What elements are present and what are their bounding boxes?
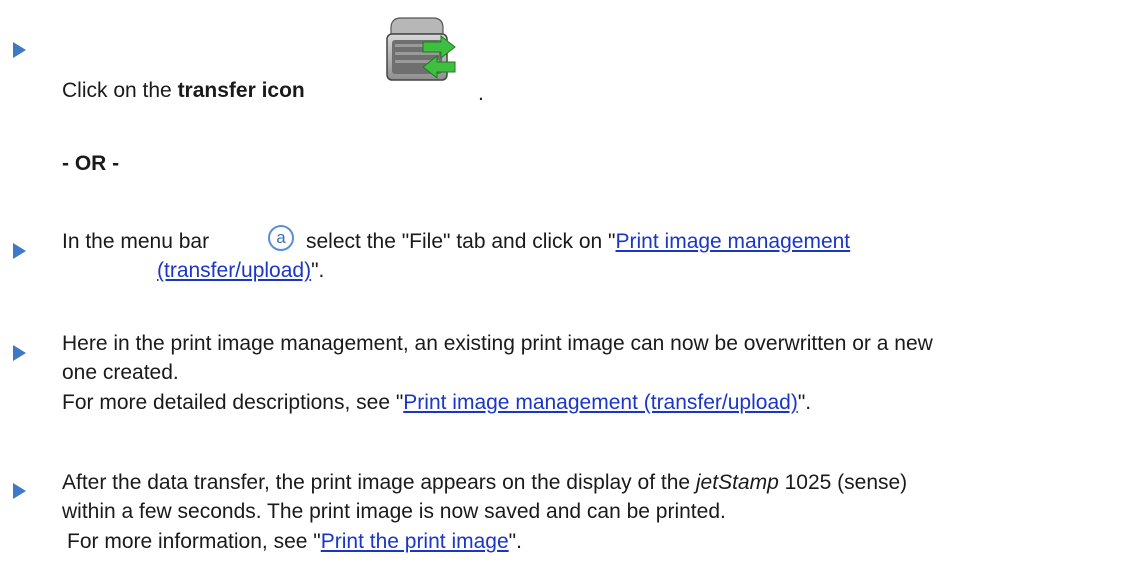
step2-suffix: ". [311, 259, 325, 282]
step3-line3-prefix: For more detailed descriptions, see " [62, 391, 404, 414]
step4-line1-prefix: After the data transfer, the print image… [62, 471, 696, 494]
step2-middle: select the "File" tab and click on " [306, 230, 616, 253]
step4-product-name: jetStamp [695, 471, 779, 494]
bullet-arrow-icon [13, 483, 26, 499]
print-image-management-link[interactable]: Print image management [616, 230, 851, 253]
step3-line3: For more detailed descriptions, see "Pri… [62, 391, 811, 415]
step2-line2: (transfer/upload)". [157, 259, 324, 283]
step4-line2: within a few seconds. The print image is… [62, 500, 726, 523]
step2-line1: select the "File" tab and click on "Prin… [306, 230, 850, 254]
step1-prefix: Click on the [62, 79, 178, 102]
marker-a-icon: a [268, 225, 294, 251]
step4-line3-suffix: ". [508, 530, 522, 553]
print-image-management-link-cont[interactable]: (transfer/upload) [157, 259, 311, 282]
transfer-icon[interactable] [383, 14, 461, 86]
step1-bold: transfer icon [177, 79, 305, 102]
bullet-arrow-icon [13, 345, 26, 361]
step4-line3: For more information, see "Print the pri… [67, 530, 522, 554]
step2-prefix: In the menu bar [62, 230, 210, 253]
print-the-print-image-link[interactable]: Print the print image [321, 530, 509, 553]
step3-line1: Here in the print image management, an e… [62, 332, 933, 355]
step1-suffix: . [478, 82, 484, 105]
step1-text: Click on the transfer icon [62, 79, 305, 103]
step4-line1-suffix: 1025 (sense) [778, 471, 908, 494]
or-separator: - OR - [62, 152, 120, 175]
step3-line2: one created. [62, 361, 179, 384]
step4-line3-prefix: For more information, see " [67, 530, 321, 553]
print-image-management-detail-link[interactable]: Print image management (transfer/upload) [403, 391, 798, 414]
step3-line3-suffix: ". [797, 391, 812, 414]
step4-line1: After the data transfer, the print image… [62, 471, 907, 495]
bullet-arrow-icon [13, 42, 26, 58]
bullet-arrow-icon [13, 243, 26, 259]
